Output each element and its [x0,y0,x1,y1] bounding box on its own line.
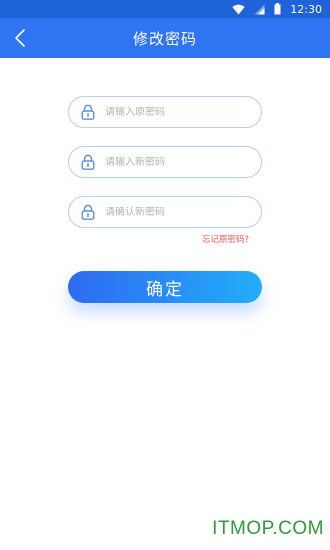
wifi-icon [232,4,245,14]
lock-icon [81,154,95,170]
back-button[interactable] [6,24,34,52]
page-title: 修改密码 [132,29,197,48]
old-password-field[interactable] [68,96,262,128]
new-password-input[interactable] [105,156,261,168]
watermark: ITMOP.COM [212,518,324,539]
chevron-left-icon [15,29,25,47]
status-time: 12:30 [290,2,322,16]
header: 修改密码 [0,18,330,58]
forgot-password-link[interactable]: 忘记原密码? [202,233,249,245]
lock-icon [81,204,95,220]
lock-icon [81,104,95,120]
confirm-button[interactable]: 确定 [68,271,262,303]
status-bar: 12:30 [0,0,330,18]
new-password-field[interactable] [68,146,262,178]
confirm-password-field[interactable] [68,196,262,228]
battery-icon [274,3,281,15]
confirm-password-input[interactable] [105,206,261,218]
old-password-input[interactable] [105,106,261,118]
signal-icon [254,4,265,14]
